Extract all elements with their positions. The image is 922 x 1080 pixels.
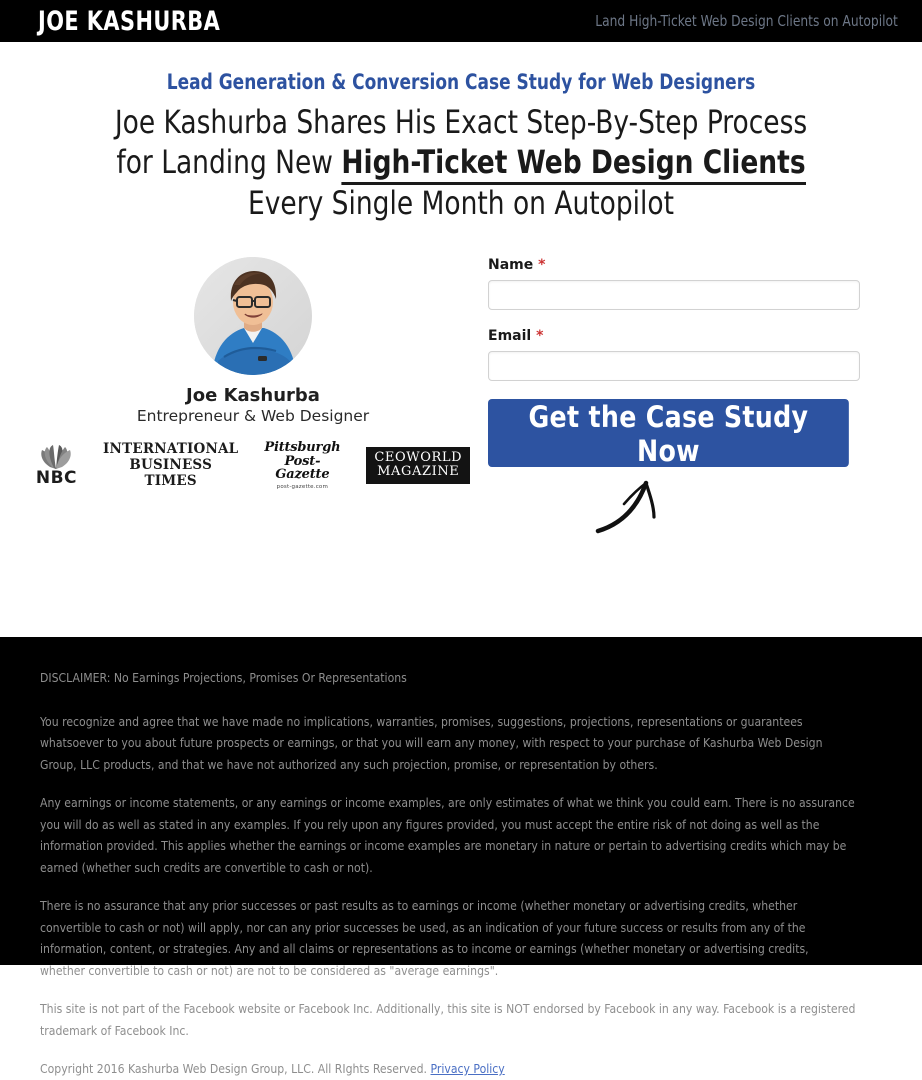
nbc-label: NBC: [35, 467, 78, 488]
headline-line-2: for Landing New High-Ticket Web Design C…: [92, 142, 830, 186]
curved-arrow-up-icon: [595, 480, 656, 534]
ibt-line-1: INTERNATIONAL: [103, 441, 239, 458]
facebook-disclaimer: This site is not part of the Facebook we…: [40, 1001, 856, 1038]
page-title: Joe Kashurba Shares His Exact Step-By-St…: [92, 102, 830, 223]
press-logo-post-gazette: Pittsburgh Post-Gazette post-gazette.com: [264, 441, 340, 491]
site-footer: DISCLAIMER: No Earnings Projections, Pro…: [0, 637, 922, 1076]
press-logo-ibt: INTERNATIONAL BUSINESS TIMES: [103, 442, 238, 489]
ceoworld-line-1: CEOWORLD: [374, 450, 463, 466]
pg-url: post-gazette.com: [276, 483, 329, 490]
press-logo-nbc: NBC: [36, 444, 77, 488]
hero-headline-block: Lead Generation & Conversion Case Study …: [0, 70, 922, 223]
name-input[interactable]: [488, 279, 860, 310]
copyright-line: Copyright 2016 Kashurba Web Design Group…: [40, 1058, 857, 1080]
nbc-peacock-icon: [41, 444, 72, 469]
email-required-marker: *: [536, 327, 544, 344]
pg-line-2: Post-Gazette: [275, 453, 330, 483]
header-tagline: Land High-Ticket Web Design Clients on A…: [595, 12, 898, 30]
email-label-text: Email: [488, 327, 532, 344]
ceoworld-line-2: MAGAZINE: [377, 464, 460, 480]
name-field-label: Name *: [488, 257, 882, 273]
profile-column: Joe Kashurba Entrepreneur & Web Designer: [36, 256, 471, 540]
name-label-text: Name: [488, 256, 534, 273]
headline-line-3: Every Single Month on Autopilot: [248, 183, 674, 222]
body-columns: Joe Kashurba Entrepreneur & Web Designer: [0, 256, 922, 540]
email-input[interactable]: [488, 350, 860, 381]
disclaimer-title: DISCLAIMER: No Earnings Projections, Pro…: [40, 670, 407, 685]
disclaimer-paragraph-1: You recognize and agree that we have mad…: [40, 713, 823, 772]
submit-button[interactable]: Get the Case Study Now: [488, 398, 849, 468]
profile-name: Joe Kashurba: [186, 384, 320, 406]
press-logos-row: NBC INTERNATIONAL BUSINESS TIMES Pittsbu…: [36, 441, 471, 491]
main-content: Lead Generation & Conversion Case Study …: [0, 42, 922, 637]
profile-role: Entrepreneur & Web Designer: [136, 406, 370, 425]
site-header: JOE KASHURBA Land High-Ticket Web Design…: [0, 0, 922, 42]
headline-line-1: Joe Kashurba Shares His Exact Step-By-St…: [114, 103, 808, 141]
pg-line-1: Pittsburgh: [264, 439, 341, 455]
ibt-line-2: BUSINESS TIMES: [129, 456, 213, 489]
disclaimer-paragraph-2: Any earnings or income statements, or an…: [40, 795, 855, 875]
avatar: [194, 256, 312, 375]
press-logo-ceoworld: CEOWORLD MAGAZINE: [366, 447, 471, 485]
brand-logo[interactable]: JOE KASHURBA: [38, 6, 220, 37]
headline-line-2-prefix: for Landing New: [116, 143, 342, 182]
disclaimer-paragraph-3: There is no assurance that any prior suc…: [40, 898, 809, 978]
copyright-text: Copyright 2016 Kashurba Web Design Group…: [40, 1061, 431, 1076]
name-required-marker: *: [538, 256, 546, 273]
arrow-annotation: [488, 473, 882, 540]
headline-emphasis: High-Ticket Web Design Clients: [341, 143, 806, 186]
email-field-label: Email *: [488, 328, 882, 344]
avatar-photo-icon: [194, 256, 312, 375]
hero-eyebrow: Lead Generation & Conversion Case Study …: [166, 70, 756, 94]
privacy-policy-link[interactable]: Privacy Policy: [431, 1061, 505, 1076]
optin-form: Name * Email * Get the Case Study Now: [468, 257, 882, 540]
